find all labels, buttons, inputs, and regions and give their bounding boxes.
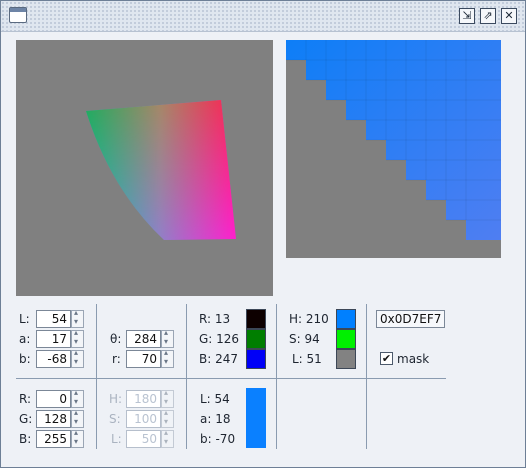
hsl-input-h-label: H:: [109, 392, 123, 406]
theta-spinner[interactable]: [161, 328, 174, 348]
minimize-icon: ⇲: [462, 9, 472, 22]
maximize-button[interactable]: ⇗: [480, 8, 496, 24]
lab-result-a: a: 18: [200, 412, 231, 426]
rgb-input-b[interactable]: 255: [36, 430, 71, 448]
lab-l-input[interactable]: 54: [36, 310, 71, 328]
rgb-g-readout: G: 126: [199, 332, 240, 346]
rgb-input-r-label: R:: [19, 392, 32, 406]
hsl-input-s-spinner: [161, 408, 174, 428]
hsl-l-swatch: [336, 349, 356, 369]
separator: [96, 304, 97, 449]
hsl-input-h: 180: [126, 390, 161, 408]
lab-l-label: L:: [19, 312, 30, 326]
hsl-input-l: 50: [126, 430, 161, 448]
hsl-s-readout: S: 94: [289, 332, 320, 346]
window-icon: [9, 7, 27, 23]
lab-a-label: a:: [19, 332, 31, 346]
lab-a-spinner[interactable]: [71, 328, 84, 348]
lab-b-input[interactable]: -68: [36, 350, 71, 368]
rgb-b-readout: B: 247: [199, 352, 238, 366]
lab-a-input[interactable]: 17: [36, 330, 71, 348]
minimize-button[interactable]: ⇲: [459, 8, 475, 24]
close-button[interactable]: ✕: [501, 8, 517, 24]
separator: [16, 378, 446, 379]
separator: [276, 304, 277, 449]
hsl-h-swatch: [336, 309, 356, 329]
rgb-r-swatch: [246, 309, 266, 329]
rgb-input-b-spinner[interactable]: [71, 428, 84, 448]
rgb-input-r-spinner[interactable]: [71, 388, 84, 408]
hsl-input-l-label: L:: [111, 432, 122, 446]
gamut-region-top: [86, 100, 236, 240]
theta-label: θ:: [110, 332, 122, 346]
rgb-input-r[interactable]: 0: [36, 390, 71, 408]
lab-b-label: b:: [19, 352, 31, 366]
mask-checkbox[interactable]: ✔: [380, 352, 393, 365]
r-input[interactable]: 70: [126, 350, 161, 368]
gamut-grid-svg: [286, 40, 501, 240]
maximize-icon: ⇗: [483, 9, 493, 22]
hsl-l-readout: L: 51: [292, 352, 322, 366]
lab-result-b: b: -70: [200, 432, 236, 446]
hex-value-field[interactable]: 0x0D7EF7: [376, 310, 445, 328]
r-spinner[interactable]: [161, 348, 174, 368]
separator: [186, 304, 187, 449]
r-label: r:: [112, 352, 121, 366]
chroma-plane-svg: [86, 100, 236, 240]
content-area: L: 54 a: 17 b: -68 θ: 284 r: 70 R: 13 G:…: [7, 32, 519, 464]
chroma-plane-panel[interactable]: [16, 40, 273, 296]
rgb-g-swatch: [246, 329, 266, 349]
gamut-grid-panel[interactable]: [286, 40, 501, 258]
lab-result-swatch: [246, 388, 266, 448]
separator: [366, 304, 367, 449]
title-bar[interactable]: ⇲ ⇗ ✕: [1, 1, 525, 32]
hsl-s-swatch: [336, 329, 356, 349]
rgb-input-g-label: G:: [19, 412, 33, 426]
rgb-input-g-spinner[interactable]: [71, 408, 84, 428]
lab-l-spinner[interactable]: [71, 308, 84, 328]
close-icon: ✕: [504, 9, 514, 22]
lab-result-l: L: 54: [200, 392, 230, 406]
app-window: ⇲ ⇗ ✕ L: 54 ▴ ▾ a: 17 ▴ ▾ b: -68 ▴ ▾ θ: …: [0, 0, 526, 468]
rgb-input-g[interactable]: 128: [36, 410, 71, 428]
hsl-input-s: 100: [126, 410, 161, 428]
theta-input[interactable]: 284: [126, 330, 161, 348]
rgb-b-swatch: [246, 349, 266, 369]
hsl-input-h-spinner: [161, 388, 174, 408]
rgb-r-readout: R: 13: [199, 312, 231, 326]
hsl-input-s-label: S:: [109, 412, 121, 426]
rgb-input-b-label: B:: [19, 432, 32, 446]
hsl-input-l-spinner: [161, 428, 174, 448]
mask-label: mask: [397, 352, 430, 366]
hsl-h-readout: H: 210: [289, 312, 329, 326]
lab-b-spinner[interactable]: [71, 348, 84, 368]
